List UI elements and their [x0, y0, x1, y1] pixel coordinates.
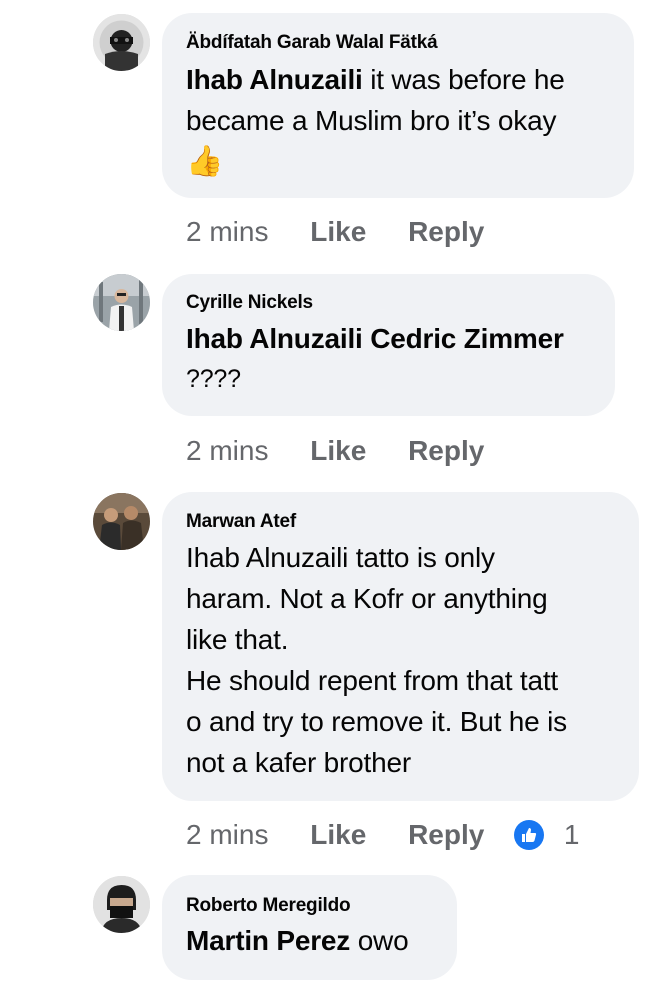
avatar-image-icon: [93, 493, 150, 550]
comment-actions: 2 mins Like Reply: [186, 433, 506, 467]
like-button[interactable]: Like: [310, 216, 366, 248]
avatar[interactable]: [93, 876, 150, 933]
comment-text: Ihab Alnuzaili tatto is only haram. Not …: [186, 537, 615, 783]
comment-bubble: Cyrille Nickels Ihab Alnuzaili Cedric Zi…: [162, 274, 615, 416]
comment-timestamp[interactable]: 2 mins: [186, 435, 268, 467]
comment-actions: 2 mins Like Reply: [186, 214, 506, 248]
avatar[interactable]: [93, 14, 150, 71]
comment-author[interactable]: Cyrille Nickels: [186, 292, 591, 314]
comment-bubble: Äbdífatah Garab Walal Fätká Ihab Alnuzai…: [162, 13, 634, 198]
comment-text-line: ????: [186, 365, 241, 393]
avatar[interactable]: [93, 493, 150, 550]
comment-text-line: He should repent from that tatt: [186, 665, 559, 696]
thumbs-up-icon: 👍: [186, 145, 224, 178]
comment-text: Martin Perez owo: [186, 920, 433, 961]
comment-timestamp[interactable]: 2 mins: [186, 216, 268, 248]
comment-text: Ihab Alnuzaili it was before he became a…: [186, 59, 610, 182]
comment-text-line: like that.: [186, 624, 289, 655]
comment-text-line: not a kafer brother: [186, 747, 411, 778]
comment-author[interactable]: Äbdífatah Garab Walal Fätká: [186, 32, 610, 54]
comment-author[interactable]: Marwan Atef: [186, 511, 615, 533]
comment-actions: 2 mins Like Reply 1: [186, 817, 579, 851]
comment-bubble: Marwan Atef Ihab Alnuzaili tatto is only…: [162, 492, 639, 801]
reply-button[interactable]: Reply: [408, 216, 484, 248]
mention-link[interactable]: Martin Perez: [186, 925, 350, 956]
mention-link[interactable]: Ihab Alnuzaili: [186, 64, 363, 95]
mention-link[interactable]: Ihab Alnuzaili Cedric Zimmer: [186, 318, 591, 359]
reaction-count[interactable]: 1: [564, 819, 580, 851]
comment-text-line: o and try to remove it. But he is: [186, 706, 567, 737]
comment-timestamp[interactable]: 2 mins: [186, 819, 268, 851]
comment-text-part: it was before he: [362, 64, 565, 95]
avatar-image-icon: [93, 274, 150, 331]
comment-text: Ihab Alnuzaili Cedric Zimmer ????: [186, 318, 591, 400]
like-button[interactable]: Like: [310, 435, 366, 467]
comment-text-line: Ihab Alnuzaili tatto is only: [186, 542, 495, 573]
comment-text-line: haram. Not a Kofr or anything: [186, 583, 548, 614]
like-reaction-icon[interactable]: [514, 819, 545, 850]
comment-author[interactable]: Roberto Meregildo: [186, 895, 433, 917]
avatar[interactable]: [93, 274, 150, 331]
comment-bubble: Roberto Meregildo Martin Perez owo: [162, 875, 457, 980]
reply-button[interactable]: Reply: [408, 819, 484, 851]
reply-button[interactable]: Reply: [408, 435, 484, 467]
like-button[interactable]: Like: [310, 819, 366, 851]
comment-text-part: owo: [350, 925, 409, 956]
comment-text-line: became a Muslim bro it’s okay: [186, 105, 557, 136]
avatar-image-icon: [93, 876, 150, 933]
avatar-image-icon: [93, 14, 150, 71]
